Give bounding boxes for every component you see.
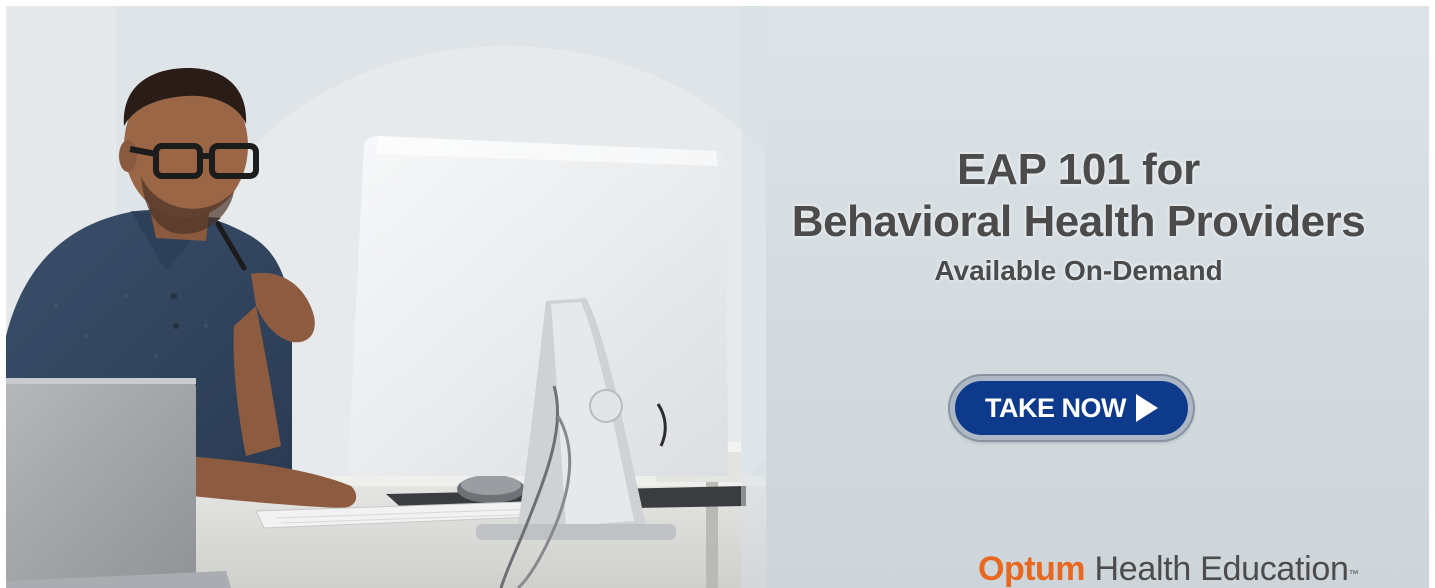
title-line-2: Behavioral Health Providers [791, 197, 1366, 246]
brand-name: Optum [978, 550, 1086, 588]
hero-photo [6, 6, 766, 588]
subtitle: Available On-Demand [934, 255, 1223, 286]
trademark-symbol: ™ [1348, 569, 1359, 580]
headline-block: EAP 101 for Behavioral Health Providers … [746, 144, 1411, 292]
take-now-label: TAKE NOW [985, 392, 1126, 423]
take-now-button[interactable]: TAKE NOW [950, 376, 1193, 440]
play-triangle-icon [1135, 394, 1158, 422]
optum-health-education-logo: Optum Health Education™ [978, 550, 1359, 588]
title-line-1: EAP 101 for [957, 145, 1200, 194]
brand-suffix: Health Education [1094, 550, 1349, 588]
promo-banner[interactable]: EAP 101 for Behavioral Health Providers … [6, 6, 1429, 588]
